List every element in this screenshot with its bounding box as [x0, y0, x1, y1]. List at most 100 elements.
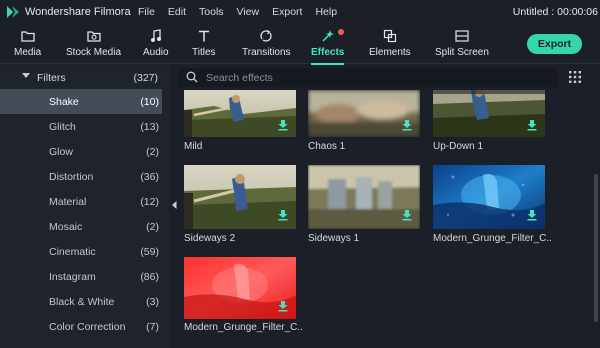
grid-view-icon[interactable] — [569, 71, 581, 83]
tab-transitions[interactable]: Transitions — [242, 28, 291, 64]
tab-split-screen-label: Split Screen — [435, 47, 489, 58]
menu-file[interactable]: File — [138, 6, 155, 18]
sidebar-item-count: (86) — [140, 271, 159, 283]
app-name: Wondershare Filmora — [25, 6, 131, 18]
effect-card-up-down-1[interactable]: Up-Down 1 — [433, 90, 545, 155]
menu-help[interactable]: Help — [315, 6, 337, 18]
search-box — [178, 68, 558, 87]
sidebar-item-shake[interactable]: Shake (10) — [0, 89, 162, 114]
tab-elements[interactable]: Elements — [369, 28, 411, 64]
effect-card-modern-grunge-blue[interactable]: Modern_Grunge_Filter_C... — [433, 165, 551, 247]
sidebar-item-count: (36) — [140, 171, 159, 183]
search-icon — [186, 71, 198, 83]
sidebar-item-glow[interactable]: Glow (2) — [0, 139, 162, 164]
filter-sidebar: Filters (327) Shake (10) Glitch (13) Glo… — [0, 65, 170, 348]
toolbar: Media Stock Media Audio Titles Transitio… — [0, 24, 600, 65]
effect-name: Sideways 1 — [308, 233, 360, 244]
download-icon[interactable] — [401, 119, 413, 131]
export-button[interactable]: Export — [527, 34, 582, 54]
filters-label: Filters — [37, 72, 66, 84]
effect-card-mild[interactable]: Mild — [184, 90, 296, 155]
menu-tools[interactable]: Tools — [199, 6, 224, 18]
download-icon[interactable] — [277, 209, 289, 221]
tab-transitions-label: Transitions — [242, 47, 291, 58]
text-t-icon — [196, 28, 212, 44]
sidebar-item-count: (7) — [146, 321, 159, 333]
sidebar-item-cinematic[interactable]: Cinematic (59) — [0, 239, 162, 264]
download-icon[interactable] — [401, 209, 413, 221]
sidebar-item-count: (2) — [146, 221, 159, 233]
effect-card-sideways-1[interactable]: Sideways 1 — [308, 165, 420, 247]
chevron-left-icon — [171, 201, 176, 209]
sidebar-item-label: Shake — [49, 96, 79, 108]
tab-titles-label: Titles — [192, 47, 216, 58]
download-icon[interactable] — [277, 119, 289, 131]
filmora-logo-icon — [7, 6, 19, 18]
sidebar-item-count: (3) — [146, 296, 159, 308]
tab-titles[interactable]: Titles — [192, 28, 216, 64]
sidebar-item-label: Glow — [49, 146, 73, 158]
effect-name: Chaos 1 — [308, 141, 346, 152]
tab-media[interactable]: Media — [14, 28, 41, 64]
elements-icon — [382, 28, 398, 44]
sidebar-item-color-correction[interactable]: Color Correction (7) — [0, 314, 162, 339]
sidebar-item-count: (10) — [140, 96, 159, 108]
project-title: Untitled : 00:00:06 — [512, 6, 598, 18]
menu-view[interactable]: View — [237, 6, 260, 18]
effects-scrollbar[interactable] — [594, 90, 598, 348]
filters-count: (327) — [133, 72, 158, 84]
tab-media-label: Media — [14, 47, 42, 58]
scrollbar-thumb[interactable] — [594, 174, 598, 322]
split-screen-icon — [454, 28, 470, 44]
sidebar-item-label: Material — [49, 196, 87, 208]
download-icon[interactable] — [277, 300, 289, 312]
effect-card-modern-grunge-red[interactable]: Modern_Grunge_Filter_C... — [184, 257, 302, 335]
sidebar-item-label: Black & White — [49, 296, 115, 308]
sidebar-item-distortion[interactable]: Distortion (36) — [0, 164, 162, 189]
sidebar-item-label: Instagram — [49, 271, 96, 283]
sidebar-item-label: Color Correction — [49, 321, 126, 333]
effect-card-chaos-1[interactable]: Chaos 1 — [308, 90, 420, 155]
effect-name: Modern_Grunge_Filter_C... — [184, 322, 302, 333]
tab-audio[interactable]: Audio — [143, 28, 169, 64]
effect-card-sideways-2[interactable]: Sideways 2 — [184, 165, 296, 247]
tab-stock-media[interactable]: Stock Media — [66, 28, 121, 64]
filters-category-header[interactable]: Filters (327) — [0, 65, 170, 89]
tab-effects-label: Effects — [311, 47, 345, 58]
notification-dot — [338, 29, 344, 35]
caret-down-icon — [22, 73, 30, 78]
menu-edit[interactable]: Edit — [168, 6, 186, 18]
tab-elements-label: Elements — [369, 47, 411, 58]
tab-audio-label: Audio — [143, 47, 169, 58]
effect-name: Sideways 2 — [184, 233, 236, 244]
sidebar-item-label: Distortion — [49, 171, 94, 183]
music-note-icon — [148, 28, 164, 44]
download-icon[interactable] — [526, 119, 538, 131]
tab-split-screen[interactable]: Split Screen — [435, 28, 489, 64]
effect-name: Up-Down 1 — [433, 141, 484, 152]
effect-name: Modern_Grunge_Filter_C... — [433, 233, 551, 244]
sidebar-item-material[interactable]: Material (12) — [0, 189, 162, 214]
effects-icon — [320, 28, 336, 44]
collapse-sidebar-handle[interactable] — [170, 195, 178, 215]
sidebar-item-count: (59) — [140, 246, 159, 258]
sidebar-item-black-white[interactable]: Black & White (3) — [0, 289, 162, 314]
sidebar-item-count: (2) — [146, 146, 159, 158]
sidebar-item-mosaic[interactable]: Mosaic (2) — [0, 214, 162, 239]
sidebar-item-instagram[interactable]: Instagram (86) — [0, 264, 162, 289]
search-input[interactable] — [206, 70, 546, 85]
tab-stock-media-label: Stock Media — [66, 47, 122, 58]
stock-media-icon — [86, 28, 102, 44]
sidebar-item-label: Mosaic — [49, 221, 83, 233]
effect-name: Mild — [184, 141, 203, 152]
sidebar-item-glitch[interactable]: Glitch (13) — [0, 114, 162, 139]
sidebar-item-count: (12) — [140, 196, 159, 208]
sidebar-item-label: Cinematic — [49, 246, 96, 258]
download-icon[interactable] — [526, 209, 538, 221]
menu-export[interactable]: Export — [272, 6, 302, 18]
sidebar-item-count: (13) — [140, 121, 159, 133]
tab-effects[interactable]: Effects — [311, 28, 345, 65]
folder-icon — [20, 28, 36, 44]
sidebar-item-label: Glitch — [49, 121, 76, 133]
title-bar: Wondershare Filmora File Edit Tools View… — [0, 0, 600, 24]
